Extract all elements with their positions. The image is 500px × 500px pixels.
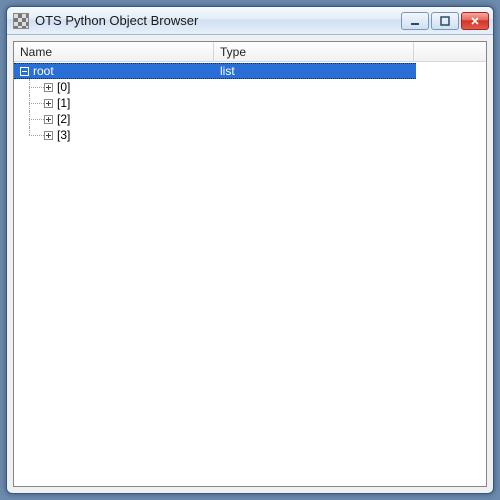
tree-node-label: [3] bbox=[57, 128, 70, 142]
window-buttons bbox=[401, 12, 489, 30]
close-button[interactable] bbox=[461, 12, 489, 30]
tree-view[interactable]: root list [0] bbox=[14, 62, 486, 486]
tree-cell-type bbox=[214, 79, 414, 95]
tree-cell-type bbox=[214, 127, 414, 143]
tree-row[interactable]: [3] bbox=[14, 127, 486, 143]
window-title: OTS Python Object Browser bbox=[35, 13, 401, 28]
tree-connector bbox=[20, 95, 44, 111]
tree-row[interactable]: [0] bbox=[14, 79, 486, 95]
tree-node-label: [0] bbox=[57, 80, 70, 94]
tree-cell-type bbox=[214, 111, 414, 127]
maximize-button[interactable] bbox=[431, 12, 459, 30]
tree-cell-type bbox=[214, 95, 414, 111]
tree-node-type: list bbox=[220, 64, 235, 78]
client-area: Name Type root list [0 bbox=[13, 41, 487, 487]
tree-cell-name: root bbox=[14, 64, 214, 78]
tree-connector bbox=[20, 79, 44, 95]
column-header-spacer bbox=[414, 42, 486, 61]
expand-icon[interactable] bbox=[44, 131, 53, 140]
tree-cell-name: [2] bbox=[14, 111, 214, 127]
tree-connector bbox=[20, 111, 44, 127]
tree-row[interactable]: [1] bbox=[14, 95, 486, 111]
tree-cell-name: [3] bbox=[14, 127, 214, 143]
titlebar[interactable]: OTS Python Object Browser bbox=[7, 7, 493, 35]
tree-cell-type: list bbox=[214, 64, 414, 78]
expand-icon[interactable] bbox=[44, 115, 53, 124]
column-headers: Name Type bbox=[14, 42, 486, 62]
collapse-icon[interactable] bbox=[20, 67, 29, 76]
column-header-name-label: Name bbox=[20, 45, 52, 59]
expand-icon[interactable] bbox=[44, 99, 53, 108]
app-icon bbox=[13, 13, 29, 29]
minimize-button[interactable] bbox=[401, 12, 429, 30]
tree-row[interactable]: [2] bbox=[14, 111, 486, 127]
tree-cell-name: [1] bbox=[14, 95, 214, 111]
expand-icon[interactable] bbox=[44, 83, 53, 92]
column-header-name[interactable]: Name bbox=[14, 42, 214, 61]
minimize-icon bbox=[410, 16, 420, 26]
column-header-type-label: Type bbox=[220, 45, 246, 59]
tree-cell-name: [0] bbox=[14, 79, 214, 95]
tree-node-label: [2] bbox=[57, 112, 70, 126]
maximize-icon bbox=[440, 16, 450, 26]
app-window: OTS Python Object Browser Name Type bbox=[6, 6, 494, 494]
tree-node-label: [1] bbox=[57, 96, 70, 110]
column-header-type[interactable]: Type bbox=[214, 42, 414, 61]
close-icon bbox=[470, 16, 480, 26]
tree-connector bbox=[20, 127, 44, 143]
tree-node-label: root bbox=[33, 64, 54, 78]
tree-row-root[interactable]: root list bbox=[14, 63, 416, 79]
